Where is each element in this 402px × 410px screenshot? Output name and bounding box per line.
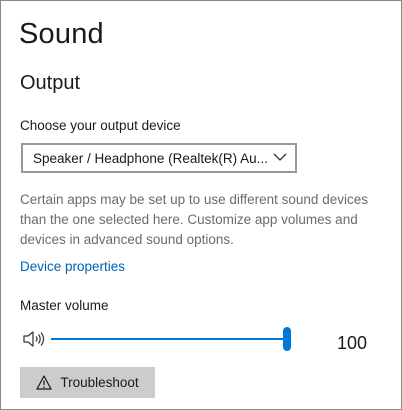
speaker-icon[interactable] <box>22 329 46 349</box>
output-device-value: Speaker / Headphone (Realtek(R) Au... <box>33 150 268 166</box>
output-device-label: Choose your output device <box>20 118 181 133</box>
troubleshoot-label: Troubleshoot <box>60 375 139 390</box>
master-volume-slider[interactable] <box>51 327 291 351</box>
output-device-dropdown[interactable]: Speaker / Headphone (Realtek(R) Au... <box>21 143 297 173</box>
page-title: Sound <box>19 18 104 50</box>
master-volume-value: 100 <box>337 333 368 353</box>
warning-icon <box>36 375 52 390</box>
slider-thumb[interactable] <box>283 327 291 351</box>
troubleshoot-button[interactable]: Troubleshoot <box>20 367 155 398</box>
sound-settings-window: Sound Output Choose your output device S… <box>0 0 402 410</box>
output-description: Certain apps may be set up to use differ… <box>20 192 368 247</box>
device-properties-link[interactable]: Device properties <box>20 259 125 274</box>
output-section-title: Output <box>20 72 81 94</box>
master-volume-label: Master volume <box>20 298 109 313</box>
chevron-down-icon <box>273 153 287 161</box>
slider-fill <box>51 338 287 340</box>
